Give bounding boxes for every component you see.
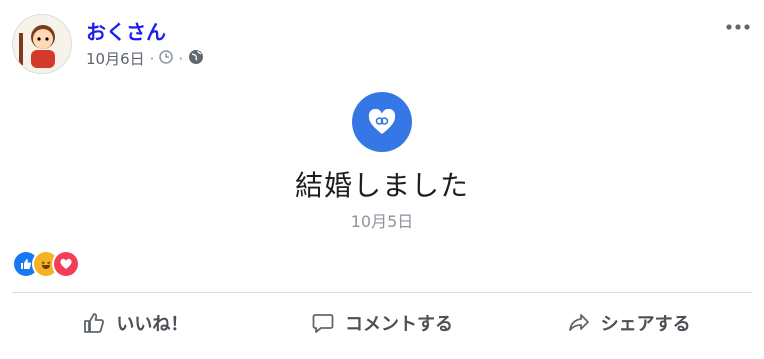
comment-label: コメントする	[345, 314, 453, 335]
reactor-names[interactable]	[90, 253, 330, 273]
like-button[interactable]: いいね！	[12, 298, 259, 348]
reactions-bar[interactable]	[12, 250, 752, 278]
globe-icon[interactable]	[188, 49, 204, 69]
comment-count[interactable]	[682, 253, 752, 273]
separator: ·	[149, 49, 155, 68]
author-name[interactable]: おくさん	[86, 16, 166, 45]
comment-button[interactable]: コメントする	[259, 298, 506, 348]
thumbs-up-icon	[82, 311, 106, 335]
share-button[interactable]: シェアする	[505, 298, 752, 348]
like-label: いいね！	[116, 314, 189, 335]
event-title: 結婚しました	[294, 169, 469, 202]
avatar[interactable]	[12, 14, 72, 74]
heart-rings-icon	[352, 92, 412, 152]
more-icon[interactable]	[724, 18, 752, 36]
event-date: 10月5日	[350, 212, 414, 231]
love-icon[interactable]	[52, 250, 80, 278]
post-date[interactable]: 10月6日	[86, 48, 145, 69]
reaction-icons[interactable]	[12, 250, 80, 278]
clock-icon	[159, 49, 174, 68]
life-event: 結婚しました 10月5日	[0, 92, 764, 232]
share-icon	[567, 311, 591, 335]
separator: ·	[178, 49, 184, 68]
post-header: おくさん 10月6日 · ·	[12, 12, 752, 76]
comment-icon	[311, 311, 335, 335]
action-bar: いいね！ コメントする シェアする	[12, 298, 752, 348]
divider	[12, 292, 752, 293]
share-label: シェアする	[600, 314, 691, 335]
post-meta: 10月6日 · ·	[86, 48, 204, 69]
